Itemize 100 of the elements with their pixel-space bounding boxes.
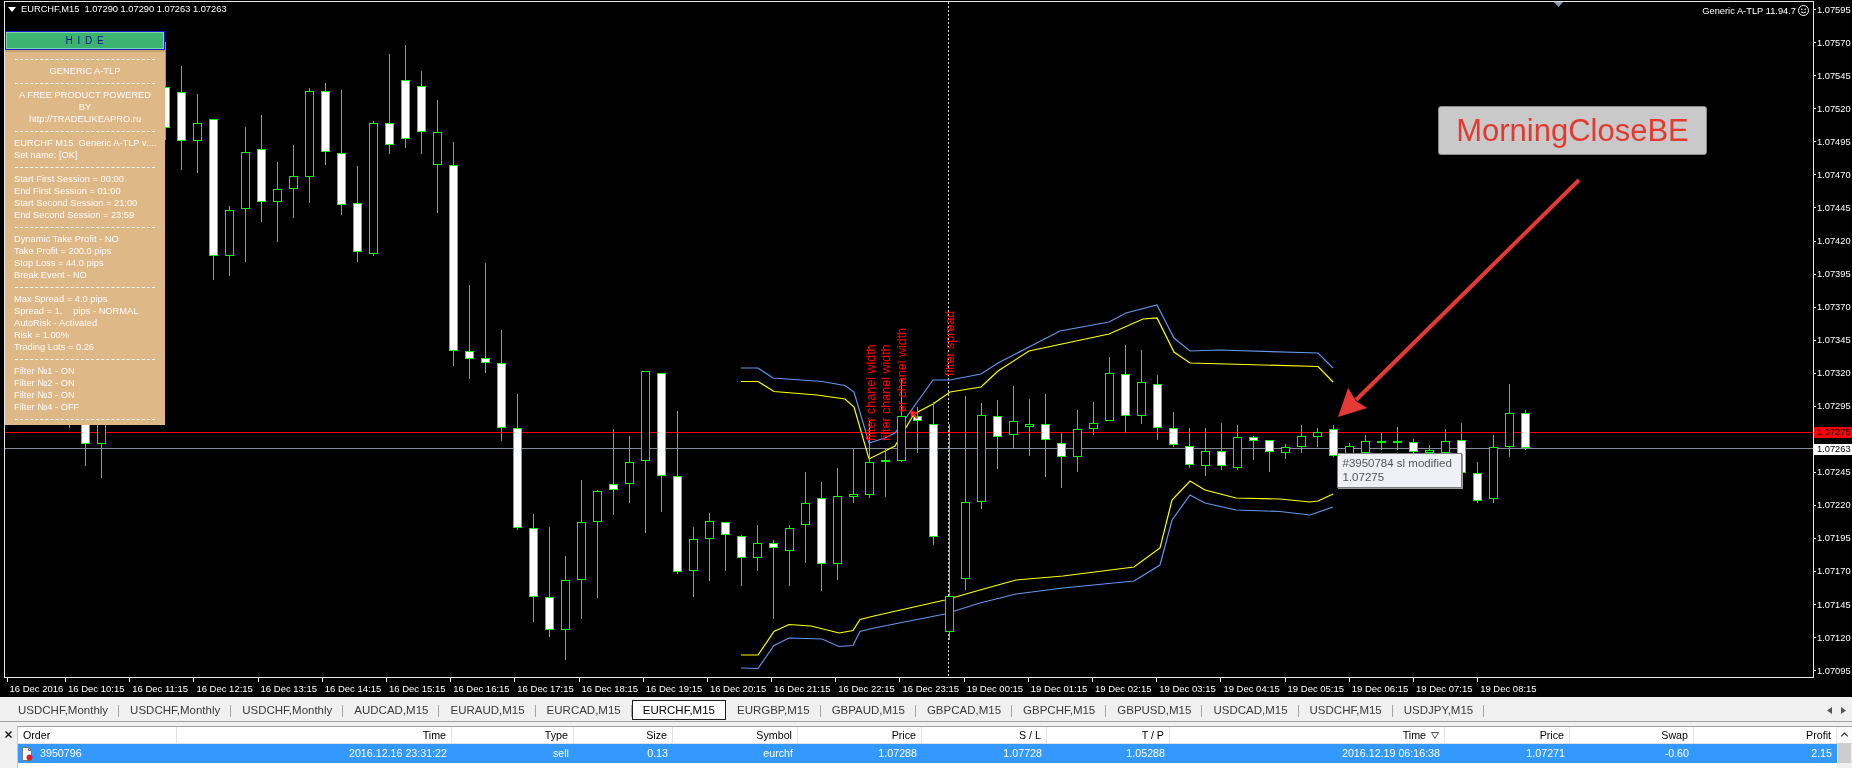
symbol-tab[interactable]: GBPCAD,M15 <box>915 700 1013 720</box>
symbol-tab[interactable]: AUDCAD,M15 <box>343 700 440 720</box>
time-label: 16 Dec 23:15 <box>902 683 959 694</box>
price-label: 1.07195 <box>1817 532 1851 545</box>
time-label: 19 Dec 05:15 <box>1287 683 1345 694</box>
symbol-tab[interactable]: USDCAD,M15 <box>1202 700 1299 720</box>
column-header[interactable]: Price <box>1445 727 1570 743</box>
trade-marker-icon <box>910 410 919 419</box>
shift-marker-icon[interactable] <box>1554 2 1563 7</box>
hide-button[interactable]: H I D E <box>5 30 165 50</box>
time-label: 16 Dec 17:15 <box>517 683 574 694</box>
panel-text: End First Session = 01:00 <box>14 185 121 197</box>
signal-label: filter spread <box>943 310 957 376</box>
panel-text: Set name: [OK] <box>14 149 78 161</box>
table-cell-text: 3950796 <box>40 746 82 761</box>
order-document-icon <box>21 746 33 761</box>
time-label: 16 Dec 16:15 <box>453 683 510 694</box>
table-cell-text: 1.07288 <box>877 746 918 761</box>
symbol-tab[interactable]: GBPCHF,M15 <box>1012 700 1107 720</box>
panel-text: Filter №2 - ON <box>14 377 75 389</box>
column-header[interactable]: Size <box>574 727 673 743</box>
column-header[interactable]: S / L <box>922 727 1047 743</box>
time-label: 16 Dec 2016 <box>9 683 64 694</box>
price-label: 1.07095 <box>1817 664 1851 677</box>
symbol-tab[interactable]: EURCAD,M15 <box>535 700 632 720</box>
time-label: 16 Dec 13:15 <box>260 683 318 694</box>
panel-text: Start Second Session = 21:00 <box>14 197 138 209</box>
callout-label: MorningCloseBE <box>1438 106 1707 155</box>
panel-text: A FREE PRODUCT POWERED <box>18 89 152 101</box>
price-label: 1.07345 <box>1817 334 1851 347</box>
panel-text: Break Event - NO <box>14 269 87 281</box>
scroll-right-icon[interactable] <box>1841 706 1846 714</box>
panel-text: GENERIC A-TLP <box>49 65 121 77</box>
panel-text: Start First Session = 00:00 <box>14 173 124 185</box>
time-label: 16 Dec 14:15 <box>324 683 382 694</box>
price-label: 1.07395 <box>1817 268 1851 281</box>
table-cell-text: -0.60 <box>1663 746 1690 761</box>
column-header[interactable]: Time <box>177 727 452 743</box>
symbol-tab[interactable]: USDCHF,Monthly <box>119 700 232 720</box>
time-label: 16 Dec 21:15 <box>774 683 831 694</box>
time-label: 16 Dec 15:15 <box>388 683 446 694</box>
price-label: 1.07370 <box>1817 301 1851 314</box>
time-label: 16 Dec 12:15 <box>196 683 253 694</box>
column-header[interactable]: Price <box>798 727 922 743</box>
symbol-tab[interactable]: EURCHF,M15 <box>631 700 726 720</box>
price-label: 1.07320 <box>1817 367 1851 380</box>
time-label: 16 Dec 18:15 <box>581 683 638 694</box>
panel-text: Max Spread = 4.0 pips <box>14 293 108 305</box>
time-label: 19 Dec 07:15 <box>1415 683 1473 694</box>
column-header[interactable]: Order <box>18 727 177 743</box>
table-cell-text: 1.05288 <box>1125 746 1166 761</box>
price-label: 1.07420 <box>1817 235 1851 247</box>
symbol-tab[interactable]: EURAUD,M15 <box>439 700 536 720</box>
dropdown-triangle-icon[interactable] <box>8 6 16 12</box>
panel-text: Filter №4 - OFF <box>14 401 80 413</box>
table-cell-text: 2016.12.16 23:31:22 <box>347 746 448 761</box>
scroll-up-icon[interactable] <box>1837 727 1852 744</box>
column-header[interactable]: Type <box>452 727 574 743</box>
price-label: 1.07220 <box>1817 499 1851 512</box>
tooltip-text: 1.07275 <box>1342 470 1385 485</box>
time-label: 19 Dec 00:15 <box>966 683 1024 694</box>
table-cell-text: 2016.12.19 06:16:38 <box>1340 746 1441 761</box>
column-header[interactable]: T / P <box>1047 727 1170 743</box>
symbol-tab[interactable]: USDJPY,M15 <box>1392 700 1485 720</box>
time-label: 16 Dec 20:15 <box>709 683 767 694</box>
time-label: 19 Dec 08:15 <box>1480 683 1537 694</box>
time-label: 16 Dec 11:15 <box>132 683 188 694</box>
price-label: 1.07595 <box>1817 3 1851 16</box>
panel-text: EURCHF M15 Generic A-TLP v.... <box>14 137 157 149</box>
column-header[interactable]: Symbol <box>673 727 798 743</box>
time-label: 19 Dec 04:15 <box>1223 683 1280 694</box>
symbol-tab[interactable]: USDCHF,M15 <box>1298 700 1393 720</box>
close-icon[interactable] <box>5 731 12 738</box>
table-cell-text: 0.13 <box>646 746 669 761</box>
table-cell-text: 2.15 <box>1810 746 1833 761</box>
time-label: 19 Dec 01:15 <box>1030 683 1088 694</box>
panel-text: Filter №1 - ON <box>14 365 75 377</box>
time-label: 19 Dec 03:15 <box>1159 683 1216 694</box>
column-header[interactable]: Swap <box>1570 727 1694 743</box>
panel-text: Spread = 1. <box>14 305 63 317</box>
time-label: 19 Dec 06:15 <box>1351 683 1409 694</box>
panel-text: Dynamic Take Profit - NO <box>14 233 119 245</box>
tooltip-text: #3950784 sl modified <box>1342 455 1452 470</box>
column-header[interactable]: Time <box>1170 727 1445 743</box>
scrollbar-thumb[interactable] <box>1838 744 1851 763</box>
scroll-left-icon[interactable] <box>1827 706 1832 714</box>
symbol-tab[interactable]: EURGBP,M15 <box>725 700 821 720</box>
symbol-tab[interactable]: GBPUSD,M15 <box>1106 700 1203 720</box>
symbol-tab[interactable]: USDCHF,Monthly <box>7 700 120 720</box>
table-cell-text: eurchf <box>762 746 794 761</box>
panel-text: BY <box>78 101 92 113</box>
panel-text: Trading Lots = 0.26 <box>14 341 95 353</box>
panel-text: pips - NORMAL <box>73 305 139 317</box>
table-cell-text: 1.07728 <box>1002 746 1043 761</box>
smiley-icon <box>1798 5 1809 16</box>
symbol-tab[interactable]: GBPAUD,M15 <box>820 700 916 720</box>
symbol-tab[interactable]: USDCHF,Monthly <box>231 700 344 720</box>
panel-text: http://TRADELIKEAPRO.ru <box>28 113 142 125</box>
bid-price-marker: 1.07263 <box>1814 444 1852 456</box>
price-label: 1.07170 <box>1817 565 1851 578</box>
